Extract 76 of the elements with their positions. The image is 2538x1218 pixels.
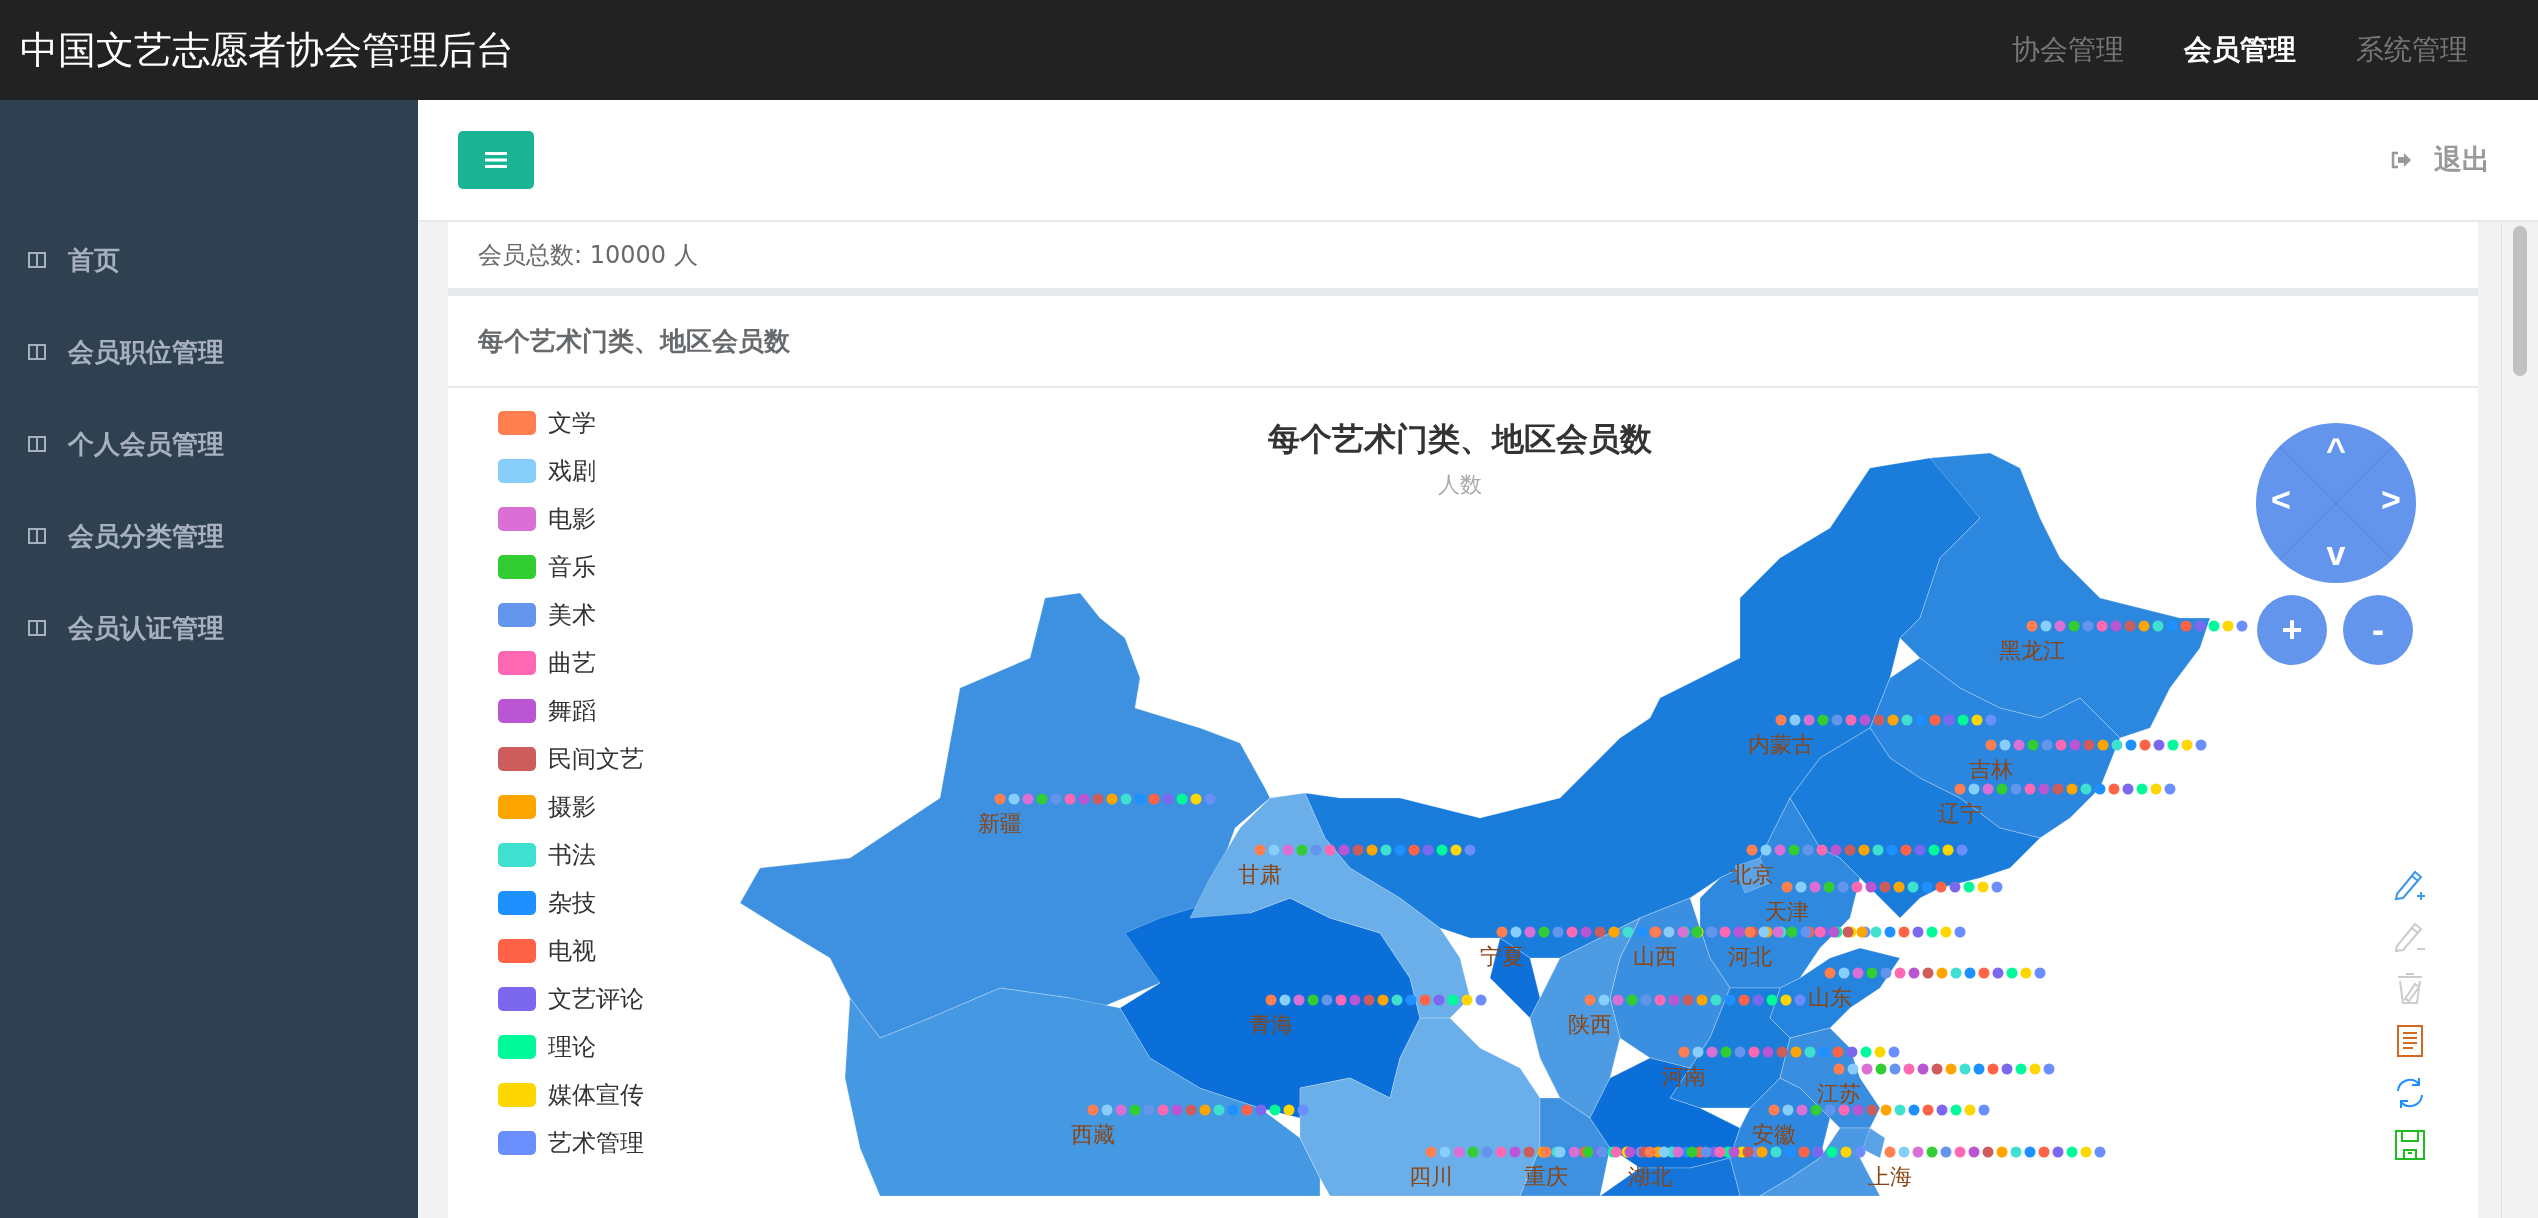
province-label: 新疆 [978,811,1022,836]
legend-swatch[interactable] [498,987,536,1011]
legend-label[interactable]: 电视 [548,935,596,967]
province-label: 山西 [1633,944,1677,969]
province-label: 天津 [1765,899,1809,924]
legend-label[interactable]: 理论 [548,1031,596,1063]
legend-label[interactable]: 曲艺 [548,647,596,679]
nav-tab[interactable]: 会员管理 [2184,31,2296,69]
sidebar-item[interactable]: 首页 [0,240,418,280]
legend-label[interactable]: 民间文艺 [548,743,644,775]
province-label: 上海 [1868,1164,1912,1189]
columns-icon [28,436,46,452]
app-title: 中国文艺志愿者协会管理后台 [20,26,514,74]
province-label: 山东 [1808,985,1852,1010]
sidebar-item[interactable]: 会员分类管理 [0,516,418,556]
province-label: 江苏 [1817,1081,1861,1106]
sidebar-item[interactable]: 会员职位管理 [0,332,418,372]
province-label: 甘肃 [1238,862,1282,887]
panel-title: 每个艺术门类、地区会员数 [478,324,790,358]
province-label: 辽宁 [1938,801,1982,826]
legend-swatch[interactable] [498,411,536,435]
legend-swatch[interactable] [498,555,536,579]
legend-label[interactable]: 舞蹈 [548,695,596,727]
legend-swatch[interactable] [498,603,536,627]
legend-swatch[interactable] [498,507,536,531]
legend-swatch[interactable] [498,747,536,771]
save-icon[interactable] [2393,1128,2427,1162]
legend-swatch[interactable] [498,891,536,915]
legend-label[interactable]: 文学 [548,407,596,439]
chart-subtitle: 人数 [1438,471,1482,499]
province-label: 河北 [1728,944,1772,969]
legend-swatch[interactable] [498,459,536,483]
sidebar-item[interactable]: 会员认证管理 [0,608,418,648]
menu-button[interactable] [458,131,534,189]
columns-icon [28,528,46,544]
legend-label[interactable]: 戏剧 [548,455,596,487]
legend-label[interactable]: 文艺评论 [548,983,644,1015]
nav-tab[interactable]: 协会管理 [2012,31,2124,69]
legend-swatch[interactable] [498,1131,536,1155]
legend-swatch[interactable] [498,1035,536,1059]
legend-swatch[interactable] [498,1083,536,1107]
columns-icon [28,252,46,268]
legend-swatch[interactable] [498,651,536,675]
province-label: 安徽 [1752,1122,1796,1147]
legend-label[interactable]: 书法 [548,839,596,871]
menu-icon [485,152,507,168]
pencil-plus-icon[interactable] [2393,868,2427,902]
province-label: 西藏 [1071,1122,1115,1147]
province-label: 内蒙古 [1748,732,1814,757]
legend-label[interactable]: 艺术管理 [548,1127,644,1159]
province-label: 黑龙江 [1999,638,2065,663]
member-total: 会员总数: 10000 人 [478,240,698,271]
province-label: 河南 [1662,1064,1706,1089]
province-label: 重庆 [1524,1164,1568,1189]
legend-label[interactable]: 美术 [548,599,596,631]
sidebar-item[interactable]: 个人会员管理 [0,424,418,464]
legend-swatch[interactable] [498,795,536,819]
chart-title: 每个艺术门类、地区会员数 [1268,419,1652,460]
columns-icon [28,344,46,360]
legend-label[interactable]: 杂技 [548,887,596,919]
legend-label[interactable]: 电影 [548,503,596,535]
province-label: 北京 [1730,862,1774,887]
legend-swatch[interactable] [498,939,536,963]
legend-label[interactable]: 摄影 [548,791,596,823]
province-label: 陕西 [1568,1012,1612,1037]
province-label: 四川 [1409,1164,1453,1189]
province-label: 青海 [1249,1012,1293,1037]
province-label: 吉林 [1969,757,2013,782]
columns-icon [28,620,46,636]
nav-tab[interactable]: 系统管理 [2356,31,2468,69]
legend-label[interactable]: 音乐 [548,551,596,583]
sign-out-icon [2390,150,2412,170]
legend-swatch[interactable] [498,843,536,867]
legend-label[interactable]: 媒体宣传 [548,1079,644,1111]
legend-swatch[interactable] [498,699,536,723]
province-label: 湖北 [1628,1164,1672,1189]
